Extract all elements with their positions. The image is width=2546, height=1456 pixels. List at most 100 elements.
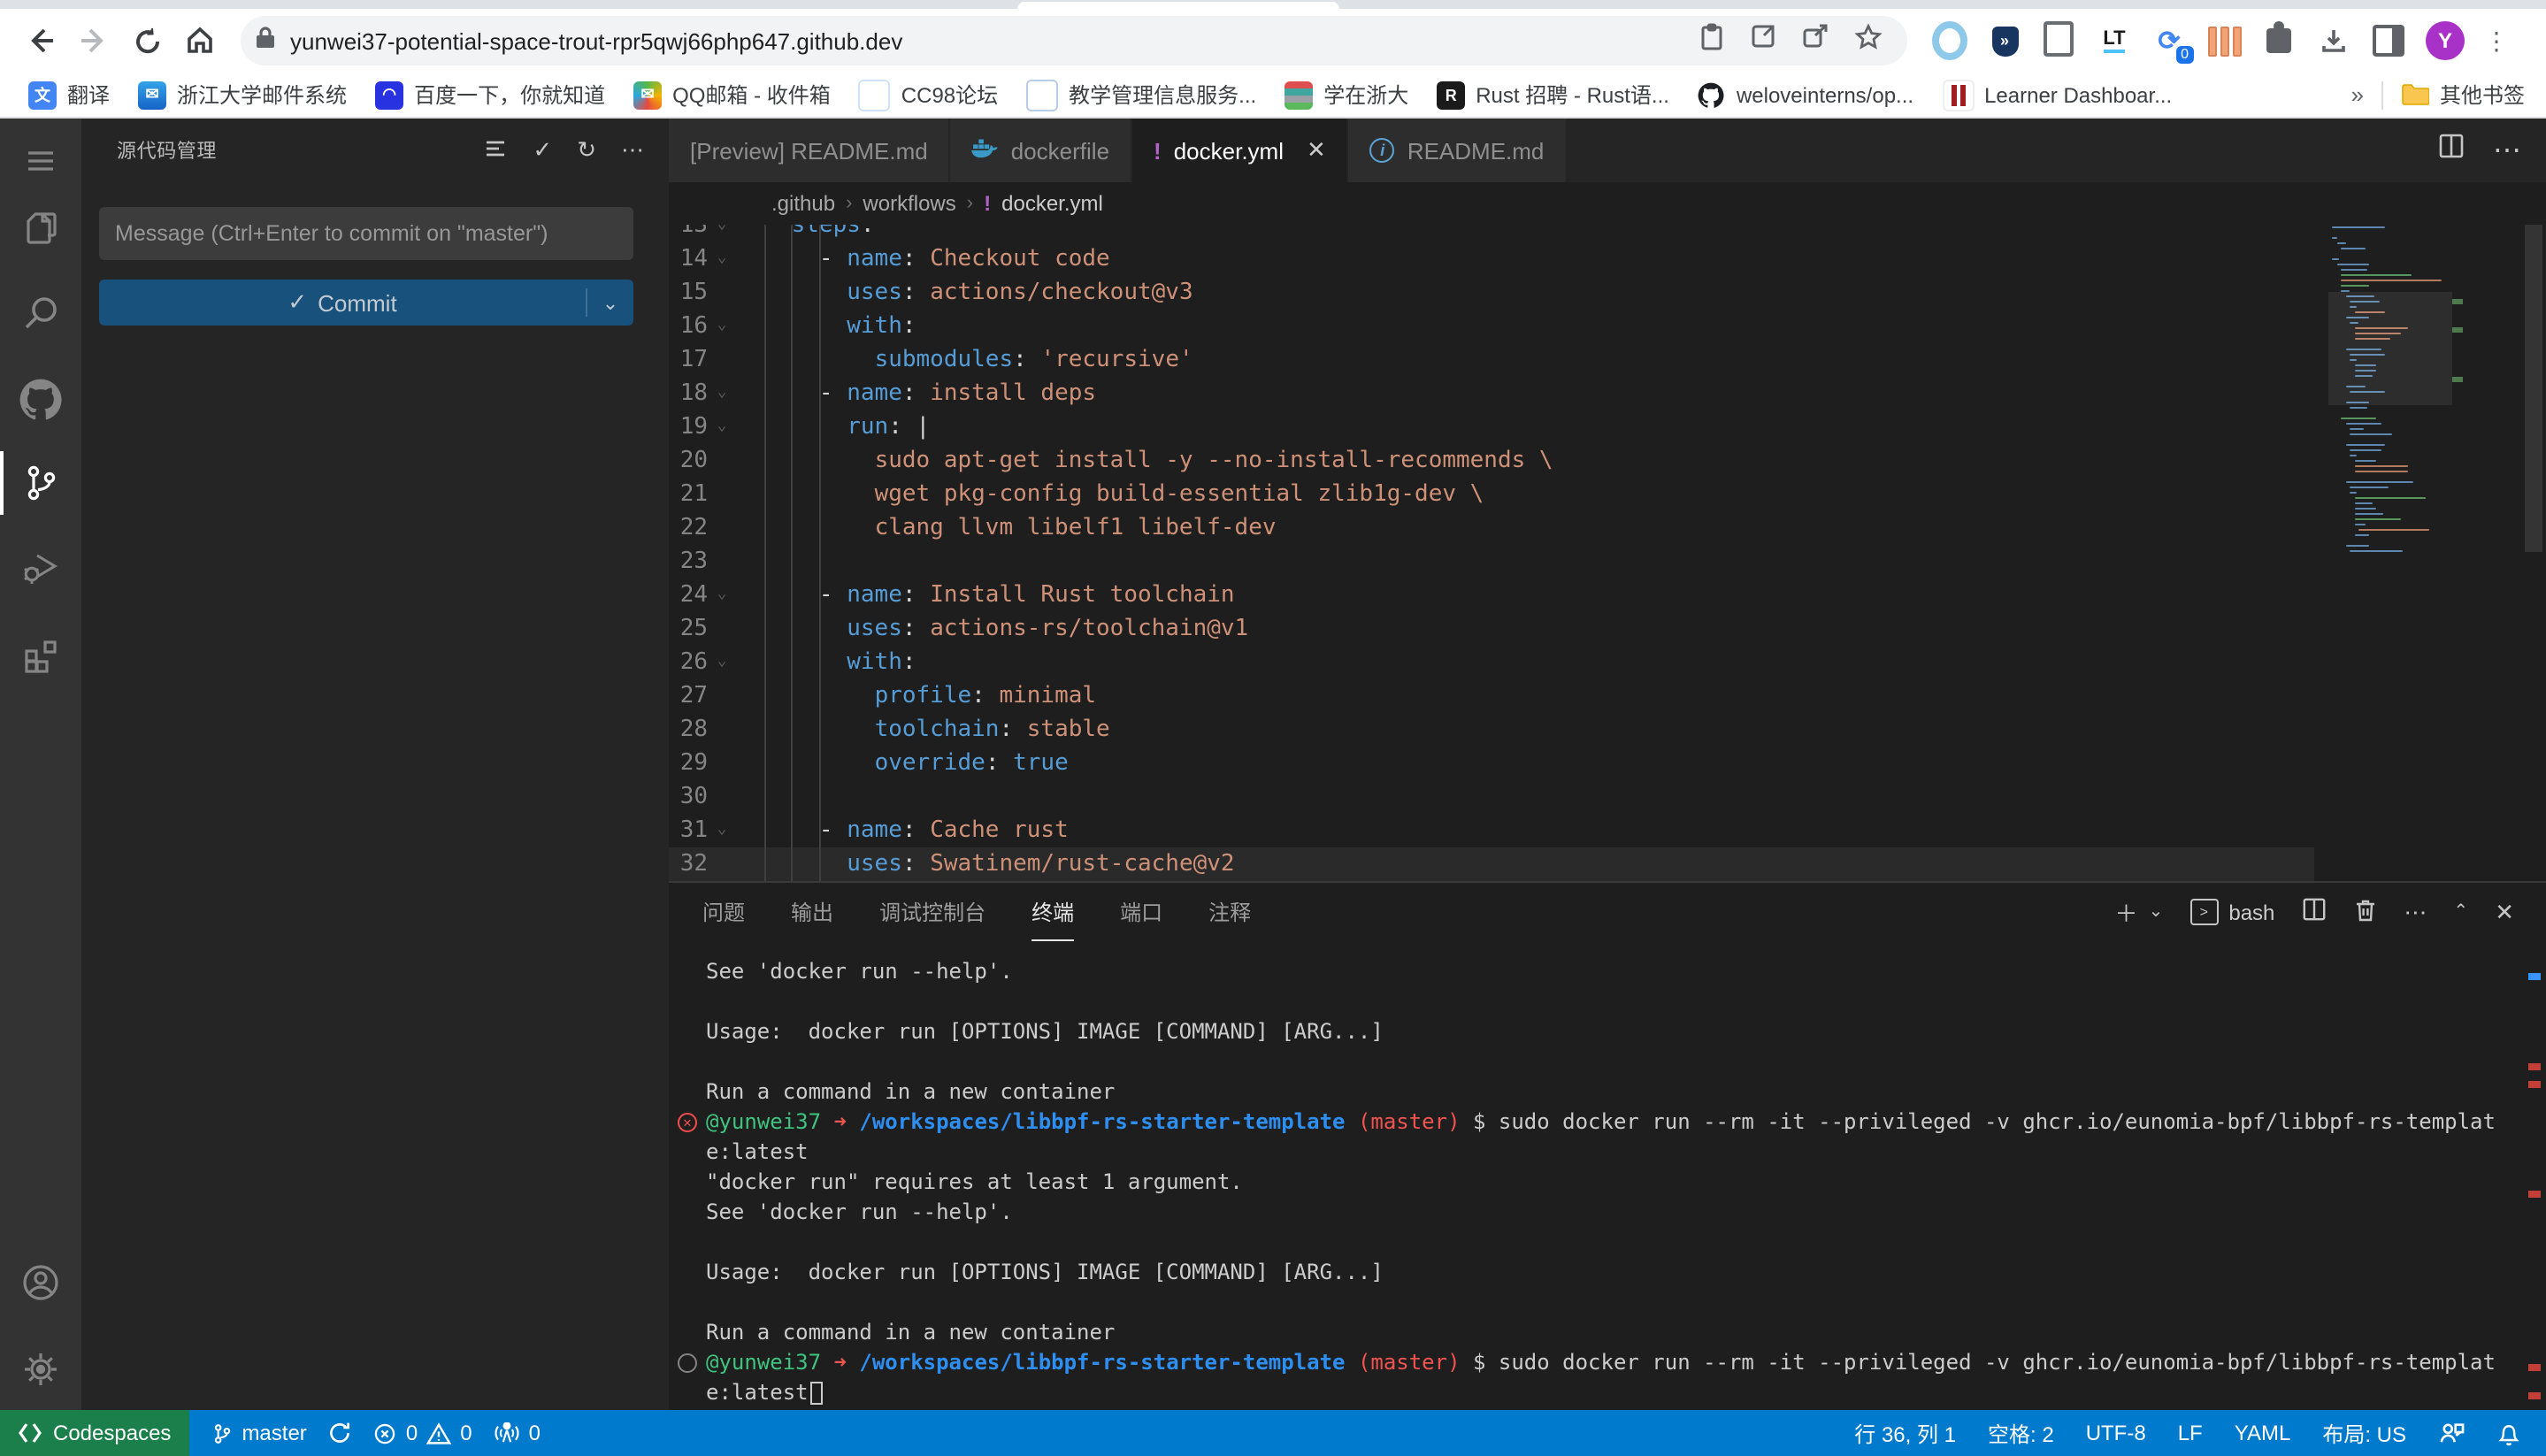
run-debug-icon[interactable] (0, 533, 81, 603)
side-panel-icon[interactable] (2371, 23, 2406, 58)
panel-tab-端口[interactable]: 端口 (1120, 883, 1162, 941)
profile-avatar[interactable]: Y (2426, 21, 2465, 60)
code-editor[interactable]: 13⌄ steps:14⌄ - name: Checkout code15 us… (669, 225, 2546, 881)
indent-setting[interactable]: 空格: 2 (1988, 1418, 2054, 1448)
panel-more-icon[interactable]: ⋯ (2404, 898, 2427, 926)
search-icon[interactable] (0, 278, 81, 349)
commit-message-input[interactable]: Message (Ctrl+Enter to commit on "master… (99, 207, 633, 260)
extensions-icon[interactable] (0, 619, 81, 690)
back-button[interactable] (14, 14, 67, 67)
bookmark-qqmail[interactable]: ✉QQ邮箱 - 收件箱 (633, 80, 831, 110)
lock-icon[interactable] (255, 24, 276, 57)
account-icon[interactable] (0, 1247, 81, 1318)
bookmarks-overflow-chevron[interactable]: » (2351, 81, 2364, 108)
github-icon[interactable] (0, 364, 81, 435)
code-line-22[interactable]: 22 clang llvm libelf1 libelf-dev (669, 511, 2314, 545)
extension-circle-icon[interactable] (1932, 23, 1967, 58)
code-line-27[interactable]: 27 profile: minimal (669, 679, 2314, 713)
feedback-icon[interactable] (2438, 1421, 2465, 1445)
tab-dockerfile[interactable]: dockerfile (951, 119, 1132, 182)
bookmark-translate[interactable]: 文翻译 (28, 80, 110, 110)
home-button[interactable] (173, 14, 226, 67)
new-terminal-icon[interactable]: ＋ (2115, 895, 2138, 929)
language-mode[interactable]: YAML (2235, 1421, 2291, 1445)
explorer-icon[interactable] (0, 193, 81, 264)
url-text[interactable]: yunwei37-potential-space-trout-rpr5qwj66… (290, 27, 1699, 54)
downloads-icon[interactable] (2316, 23, 2351, 58)
code-line-19[interactable]: 19⌄ run: | (669, 410, 2314, 444)
fold-chevron-icon[interactable]: ⌄ (708, 225, 736, 242)
sync-extension-icon[interactable]: ⟳0 (2151, 23, 2187, 58)
extension-shield-icon[interactable]: » (1987, 23, 2022, 58)
split-terminal-icon[interactable] (2301, 897, 2326, 927)
clipboard-icon[interactable] (1699, 22, 1725, 59)
code-line-18[interactable]: 18⌄ - name: install deps (669, 377, 2314, 410)
bookmark-crest[interactable]: ✶教学管理信息服务... (1026, 79, 1256, 111)
code-line-31[interactable]: 31⌄ - name: Cache rust (669, 814, 2314, 847)
encoding[interactable]: UTF-8 (2086, 1421, 2146, 1445)
refresh-button[interactable] (120, 14, 173, 67)
bookmark-learner[interactable]: Learner Dashboar... (1942, 79, 2172, 111)
code-line-15[interactable]: 15 uses: actions/checkout@v3 (669, 276, 2314, 310)
settings-gear-icon[interactable] (0, 1334, 81, 1405)
fold-chevron-icon[interactable]: ⌄ (708, 242, 736, 276)
code-line-30[interactable]: 30 (669, 780, 2314, 814)
code-line-13[interactable]: 13⌄ steps: (669, 225, 2314, 242)
panel-tab-注释[interactable]: 注释 (1208, 883, 1251, 941)
bookmark-cc98[interactable]: 98CC98论坛 (859, 79, 998, 111)
bookmark-mail[interactable]: ✉浙江大学邮件系统 (138, 80, 347, 110)
ports-indicator[interactable]: 0 (494, 1421, 541, 1445)
fold-chevron-icon[interactable]: ⌄ (708, 310, 736, 343)
code-line-26[interactable]: 26⌄ with: (669, 646, 2314, 679)
editor-more-icon[interactable]: ⋯ (2493, 133, 2521, 168)
code-line-20[interactable]: 20 sudo apt-get install -y --no-install-… (669, 444, 2314, 478)
open-in-window-icon[interactable] (1750, 23, 1776, 58)
cursor-position[interactable]: 行 36, 列 1 (1854, 1418, 1956, 1448)
panel-tab-输出[interactable]: 输出 (791, 883, 833, 941)
bookmark-rust[interactable]: RRust 招聘 - Rust语... (1437, 80, 1669, 110)
close-tab-icon[interactable]: ✕ (1307, 136, 1326, 165)
remote-indicator[interactable]: Codespaces (0, 1410, 188, 1456)
extension-pages-icon[interactable] (2042, 23, 2077, 58)
tab-readme-md[interactable]: iREADME.md (1349, 119, 1568, 182)
menu-hamburger-icon[interactable] (0, 126, 81, 196)
commit-check-icon[interactable]: ✓ (533, 138, 552, 161)
breadcrumb[interactable]: .github›workflows›!docker.yml (669, 182, 2546, 225)
share-icon[interactable] (1801, 23, 1829, 58)
tab--preview-readme-md[interactable]: [Preview] README.md (669, 119, 951, 182)
bookmark-xzzd[interactable]: 学在浙大 (1285, 80, 1408, 110)
forward-button[interactable] (67, 14, 120, 67)
fold-chevron-icon[interactable]: ⌄ (708, 579, 736, 612)
code-line-28[interactable]: 28 toolchain: stable (669, 713, 2314, 747)
code-line-21[interactable]: 21 wget pkg-config build-essential zlib1… (669, 478, 2314, 511)
panel-tab-调试控制台[interactable]: 调试控制台 (879, 883, 985, 941)
browser-active-tab-sliver[interactable] (1017, 2, 1339, 9)
code-line-29[interactable]: 29 override: true (669, 747, 2314, 780)
fold-chevron-icon[interactable]: ⌄ (708, 377, 736, 410)
code-line-25[interactable]: 25 uses: actions-rs/toolchain@v1 (669, 612, 2314, 646)
code-line-32[interactable]: 32 uses: Swatinem/rust-cache@v2 (669, 847, 2314, 881)
bars-extension-icon[interactable] (2206, 23, 2242, 58)
eol[interactable]: LF (2178, 1421, 2203, 1445)
terminal-instance[interactable]: > bash (2189, 899, 2274, 925)
tab-docker-yml[interactable]: !docker.yml✕ (1132, 119, 1349, 182)
commit-button[interactable]: ✓Commit ⌄ (99, 280, 633, 326)
keyboard-layout[interactable]: 布局: US (2322, 1418, 2406, 1448)
minimap-slider[interactable] (2328, 292, 2452, 405)
kill-terminal-icon[interactable] (2352, 896, 2377, 928)
browser-menu-icon[interactable]: ⋮ (2484, 36, 2495, 45)
close-panel-icon[interactable]: ✕ (2495, 898, 2514, 926)
code-line-14[interactable]: 14⌄ - name: Checkout code (669, 242, 2314, 276)
editor-scrollbar[interactable] (2521, 225, 2546, 881)
fold-chevron-icon[interactable]: ⌄ (708, 646, 736, 679)
refresh-icon[interactable]: ↻ (577, 138, 596, 161)
languagetool-icon[interactable]: LT (2097, 23, 2132, 58)
bookmark-github[interactable]: weloveinterns/op... (1698, 80, 1913, 109)
more-actions-icon[interactable]: ⋯ (621, 138, 644, 161)
terminal-dropdown-chevron[interactable]: ⌄ (2149, 902, 2164, 922)
code-line-16[interactable]: 16⌄ with: (669, 310, 2314, 343)
breadcrumb-item[interactable]: .github (771, 191, 835, 216)
problems-indicator[interactable]: 0 0 (374, 1421, 472, 1445)
breadcrumb-item[interactable]: workflows (863, 191, 955, 216)
bookmark-baidu[interactable]: ◠百度一下，你就知道 (375, 80, 605, 110)
